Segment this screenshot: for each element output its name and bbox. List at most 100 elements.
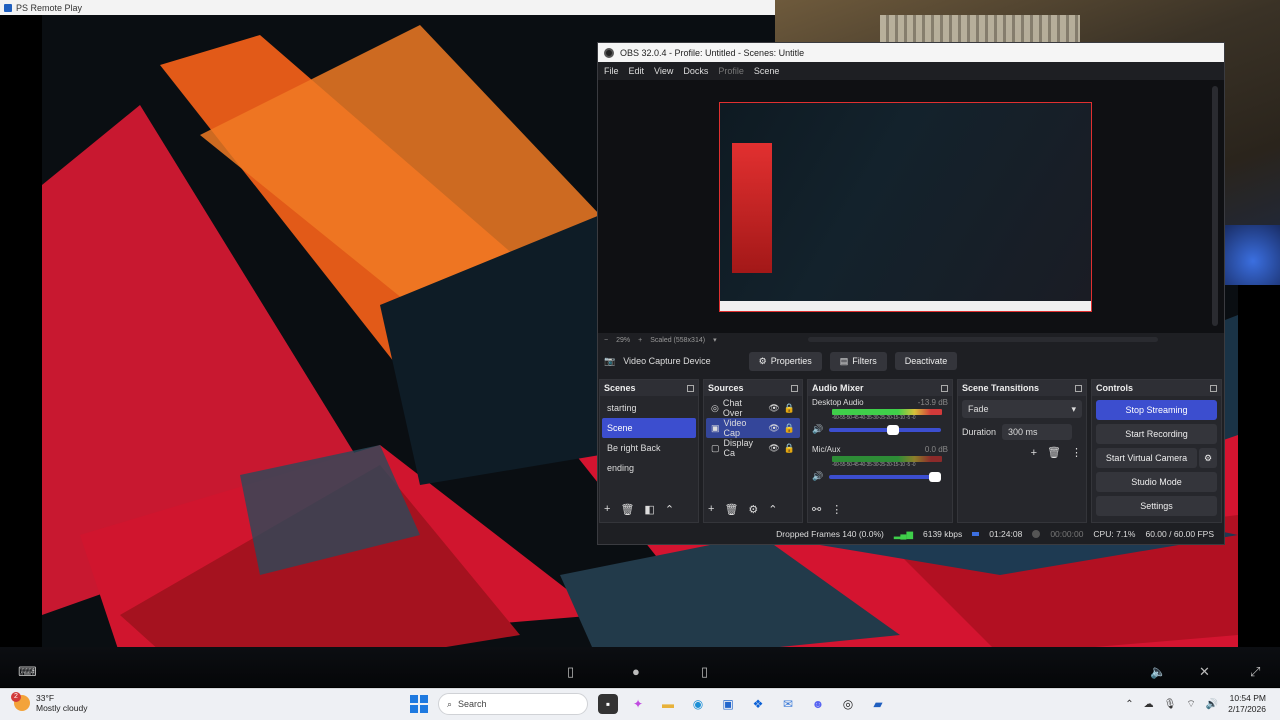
undock-icon[interactable] — [687, 384, 694, 392]
fullscreen-icon[interactable]: ⤢ — [1250, 664, 1260, 680]
volume-icon[interactable]: 🔊 — [812, 424, 823, 435]
scene-item[interactable]: Scene — [602, 418, 696, 438]
chevron-up-icon[interactable]: ⌃ — [1125, 699, 1133, 710]
properties-label: Properties — [770, 356, 812, 366]
eye-icon[interactable]: 👁 — [768, 403, 779, 414]
more-icon[interactable]: ⋮ — [831, 503, 842, 516]
move-up-icon[interactable]: ⌃ — [665, 503, 674, 516]
weather-widget[interactable]: 2 33°F Mostly cloudy — [11, 692, 88, 713]
deactivate-button[interactable]: Deactivate — [894, 352, 958, 370]
volume-slider-knob[interactable] — [887, 424, 900, 435]
add-source-icon[interactable]: + — [708, 503, 714, 515]
duration-input[interactable]: 300 ms — [1002, 424, 1073, 440]
speaker-mute-icon[interactable]: 🔈 — [1150, 664, 1166, 680]
duration-row: Duration 300 ms — [962, 424, 1082, 440]
preview-hscrollbar[interactable] — [808, 337, 1158, 342]
lock-icon[interactable]: 🔒 — [784, 443, 795, 454]
record-time: 00:00:00 — [1050, 529, 1084, 539]
zoom-in-button[interactable]: + — [638, 337, 642, 344]
lock-icon[interactable]: 🔒 — [784, 423, 795, 434]
edge-icon[interactable]: ◉ — [688, 694, 708, 714]
remote-play-controls: ⌨ ▯ ● ▯ 🔈 ✕ ⤢ — [0, 660, 1280, 684]
copilot-icon[interactable]: ✦ — [628, 694, 648, 714]
add-scene-icon[interactable]: + — [604, 503, 610, 515]
source-item[interactable]: ▣ Video Cap 👁 🔒 — [706, 418, 800, 438]
volume-slider[interactable] — [829, 471, 942, 482]
menu-profile[interactable]: Profile — [718, 66, 744, 76]
eye-icon[interactable]: 👁 — [768, 423, 779, 434]
microphone-icon[interactable]: 🎙 — [1164, 699, 1177, 710]
remove-source-icon[interactable]: 🗑 — [724, 503, 738, 516]
source-item[interactable]: ◎ Chat Over 👁 🔒 — [706, 398, 800, 418]
scenes-dock: Scenes starting Scene Be right Back endi… — [599, 379, 699, 523]
obs-titlebar[interactable]: OBS 32.0.4 - Profile: Untitled - Scenes:… — [598, 43, 1224, 62]
dropbox-icon[interactable]: ❖ — [748, 694, 768, 714]
preview-zoom-bar: − 29% + Scaled (558x314) ▾ — [598, 333, 1224, 347]
add-transition-icon[interactable]: + — [1031, 447, 1037, 459]
undock-icon[interactable] — [1075, 384, 1082, 392]
start-virtual-camera-button[interactable]: Start Virtual Camera — [1096, 448, 1197, 468]
menu-scene[interactable]: Scene — [754, 66, 780, 76]
obs-window[interactable]: OBS 32.0.4 - Profile: Untitled - Scenes:… — [597, 42, 1225, 545]
mic-icon[interactable]: ▯ — [567, 664, 574, 680]
eye-icon[interactable]: 👁 — [768, 443, 779, 454]
discord-icon[interactable]: ☻ — [808, 694, 828, 714]
link-icon[interactable]: ⚯ — [812, 503, 821, 516]
task-view-icon[interactable]: ▪ — [598, 694, 618, 714]
remote-play-taskbar-icon[interactable]: ▰ — [868, 694, 888, 714]
undock-icon[interactable] — [1210, 384, 1217, 392]
settings-button[interactable]: Settings — [1096, 496, 1217, 516]
scene-item[interactable]: Be right Back — [602, 438, 696, 458]
obs-preview[interactable] — [598, 80, 1224, 333]
studio-mode-button[interactable]: Studio Mode — [1096, 472, 1217, 492]
mail-icon[interactable]: ✉ — [778, 694, 798, 714]
options-icon[interactable]: ▯ — [701, 664, 708, 680]
source-settings-icon[interactable]: ⚙ — [748, 503, 758, 516]
move-up-icon[interactable]: ⌃ — [768, 503, 777, 516]
lock-icon[interactable]: 🔒 — [784, 403, 795, 414]
windows-start-icon[interactable] — [410, 695, 428, 713]
more-icon[interactable]: ⋮ — [1071, 446, 1082, 459]
meter-ticks: -60-55-50-45-40-35-30-25-20-15-10 -5 -0 — [832, 415, 916, 421]
mixer-title: Audio Mixer — [812, 383, 864, 393]
weather-desc: Mostly cloudy — [36, 703, 88, 713]
mixer-footer: ⚯ ⋮ — [812, 500, 948, 518]
volume-icon[interactable]: 🔊 — [812, 471, 823, 482]
volume-icon[interactable]: 🔊 — [1206, 699, 1218, 710]
obs-taskbar-icon[interactable]: ◎ — [838, 694, 858, 714]
volume-slider[interactable] — [829, 424, 942, 435]
volume-slider-knob[interactable] — [929, 471, 942, 482]
virtual-camera-gear-icon[interactable]: ⚙ — [1199, 448, 1217, 468]
taskbar-search[interactable]: ⌕ Search — [438, 693, 588, 715]
ps-button-icon[interactable]: ● — [632, 664, 640, 679]
controller-icon[interactable]: ⌨ — [18, 664, 37, 680]
cloud-icon[interactable]: ☁ — [1144, 699, 1154, 710]
store-icon[interactable]: ▣ — [718, 694, 738, 714]
preview-scrollbar[interactable] — [1212, 86, 1218, 326]
file-explorer-icon[interactable]: ▬ — [658, 694, 678, 714]
scale-dropdown-icon[interactable]: ▾ — [713, 336, 717, 344]
filters-button[interactable]: ▤ Filters — [829, 351, 887, 371]
start-recording-button[interactable]: Start Recording — [1096, 424, 1217, 444]
scene-item[interactable]: ending — [602, 458, 696, 478]
remove-scene-icon[interactable]: 🗑 — [620, 503, 634, 516]
scene-filter-icon[interactable]: ◧ — [644, 503, 654, 516]
menu-view[interactable]: View — [654, 66, 673, 76]
menu-file[interactable]: File — [604, 66, 619, 76]
zoom-out-button[interactable]: − — [604, 337, 608, 344]
remove-transition-icon[interactable]: 🗑 — [1047, 446, 1061, 459]
wifi-icon[interactable]: ⌔ — [1186, 698, 1195, 711]
scene-item[interactable]: starting — [602, 398, 696, 418]
undock-icon[interactable] — [791, 384, 798, 392]
stop-streaming-button[interactable]: Stop Streaming — [1096, 400, 1217, 420]
menu-docks[interactable]: Docks — [683, 66, 708, 76]
source-item[interactable]: ▢ Display Ca 👁 🔒 — [706, 438, 800, 458]
mic-mute-icon[interactable]: ✕ — [1199, 664, 1210, 680]
transition-select[interactable]: Fade ▾ — [962, 400, 1082, 418]
undock-icon[interactable] — [941, 384, 948, 392]
system-tray: ⌃ ☁ 🎙 ⌔ 🔊 10:54 PM 2/17/2026 — [1125, 693, 1266, 715]
properties-button[interactable]: ⚙ Properties — [748, 351, 822, 371]
preview-canvas[interactable] — [719, 102, 1092, 312]
menu-edit[interactable]: Edit — [629, 66, 645, 76]
clock[interactable]: 10:54 PM 2/17/2026 — [1228, 693, 1266, 715]
